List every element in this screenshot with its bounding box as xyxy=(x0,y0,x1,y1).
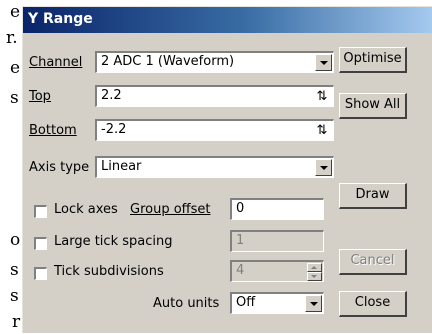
large-tick-spacing-checkbox[interactable] xyxy=(34,237,47,250)
group-offset-input[interactable]: 0 xyxy=(230,198,324,220)
chevron-down-icon[interactable] xyxy=(305,295,322,312)
adjust-bottom-icon[interactable]: ⇅ xyxy=(313,122,331,140)
spinner-arrows-icon xyxy=(307,263,322,281)
chevron-down-icon[interactable] xyxy=(315,54,332,71)
show-all-button[interactable]: Show All xyxy=(339,93,407,119)
background-char: s xyxy=(10,260,19,280)
background-char: s xyxy=(10,286,19,306)
lock-axes-label[interactable]: Lock axes xyxy=(54,202,118,217)
auto-units-label: Auto units xyxy=(153,296,220,311)
chevron-down-icon[interactable] xyxy=(315,159,332,176)
title-bar[interactable]: Y Range xyxy=(23,7,432,33)
axis-type-select[interactable]: Linear xyxy=(95,156,334,178)
dialog-title: Y Range xyxy=(28,11,93,27)
large-tick-spacing-value: 1 xyxy=(236,233,245,248)
top-input[interactable]: 2.2 ⇅ xyxy=(95,85,334,107)
background-char: r. xyxy=(6,28,18,48)
optimise-button[interactable]: Optimise xyxy=(339,47,407,73)
draw-button[interactable]: Draw xyxy=(339,183,407,209)
tick-subdivisions-spinner: 4 xyxy=(230,260,324,282)
background-char: e xyxy=(10,2,21,22)
large-tick-spacing-label[interactable]: Large tick spacing xyxy=(54,234,172,249)
background-char: r xyxy=(12,312,21,332)
tick-subdivisions-checkbox[interactable] xyxy=(34,267,47,280)
close-button[interactable]: Close xyxy=(339,291,407,317)
auto-units-select[interactable]: Off xyxy=(230,292,324,314)
background-char: s xyxy=(10,88,19,108)
tick-subdivisions-value: 4 xyxy=(236,263,245,278)
axis-type-value: Linear xyxy=(101,159,142,174)
top-value: 2.2 xyxy=(101,88,122,103)
channel-select[interactable]: 2 ADC 1 (Waveform) xyxy=(95,51,334,73)
group-offset-value: 0 xyxy=(236,201,245,216)
background-char: o xyxy=(10,230,21,250)
bottom-input[interactable]: -2.2 ⇅ xyxy=(95,119,334,141)
large-tick-spacing-input: 1 xyxy=(230,230,324,252)
adjust-top-icon[interactable]: ⇅ xyxy=(313,88,331,106)
background-char: e xyxy=(10,58,21,78)
tick-subdivisions-label[interactable]: Tick subdivisions xyxy=(54,264,164,279)
bottom-value: -2.2 xyxy=(101,122,127,137)
y-range-dialog: Y Range Channel 2 ADC 1 (Waveform) Top 2… xyxy=(22,6,432,333)
axis-type-label: Axis type xyxy=(29,160,90,175)
lock-axes-checkbox[interactable] xyxy=(34,205,47,218)
channel-value: 2 ADC 1 (Waveform) xyxy=(101,54,235,69)
top-label: Top xyxy=(29,89,51,104)
bottom-label: Bottom xyxy=(29,123,77,138)
group-offset-label: Group offset xyxy=(130,202,211,217)
channel-label: Channel xyxy=(29,55,83,70)
cancel-button: Cancel xyxy=(339,249,407,275)
auto-units-value: Off xyxy=(236,295,256,310)
